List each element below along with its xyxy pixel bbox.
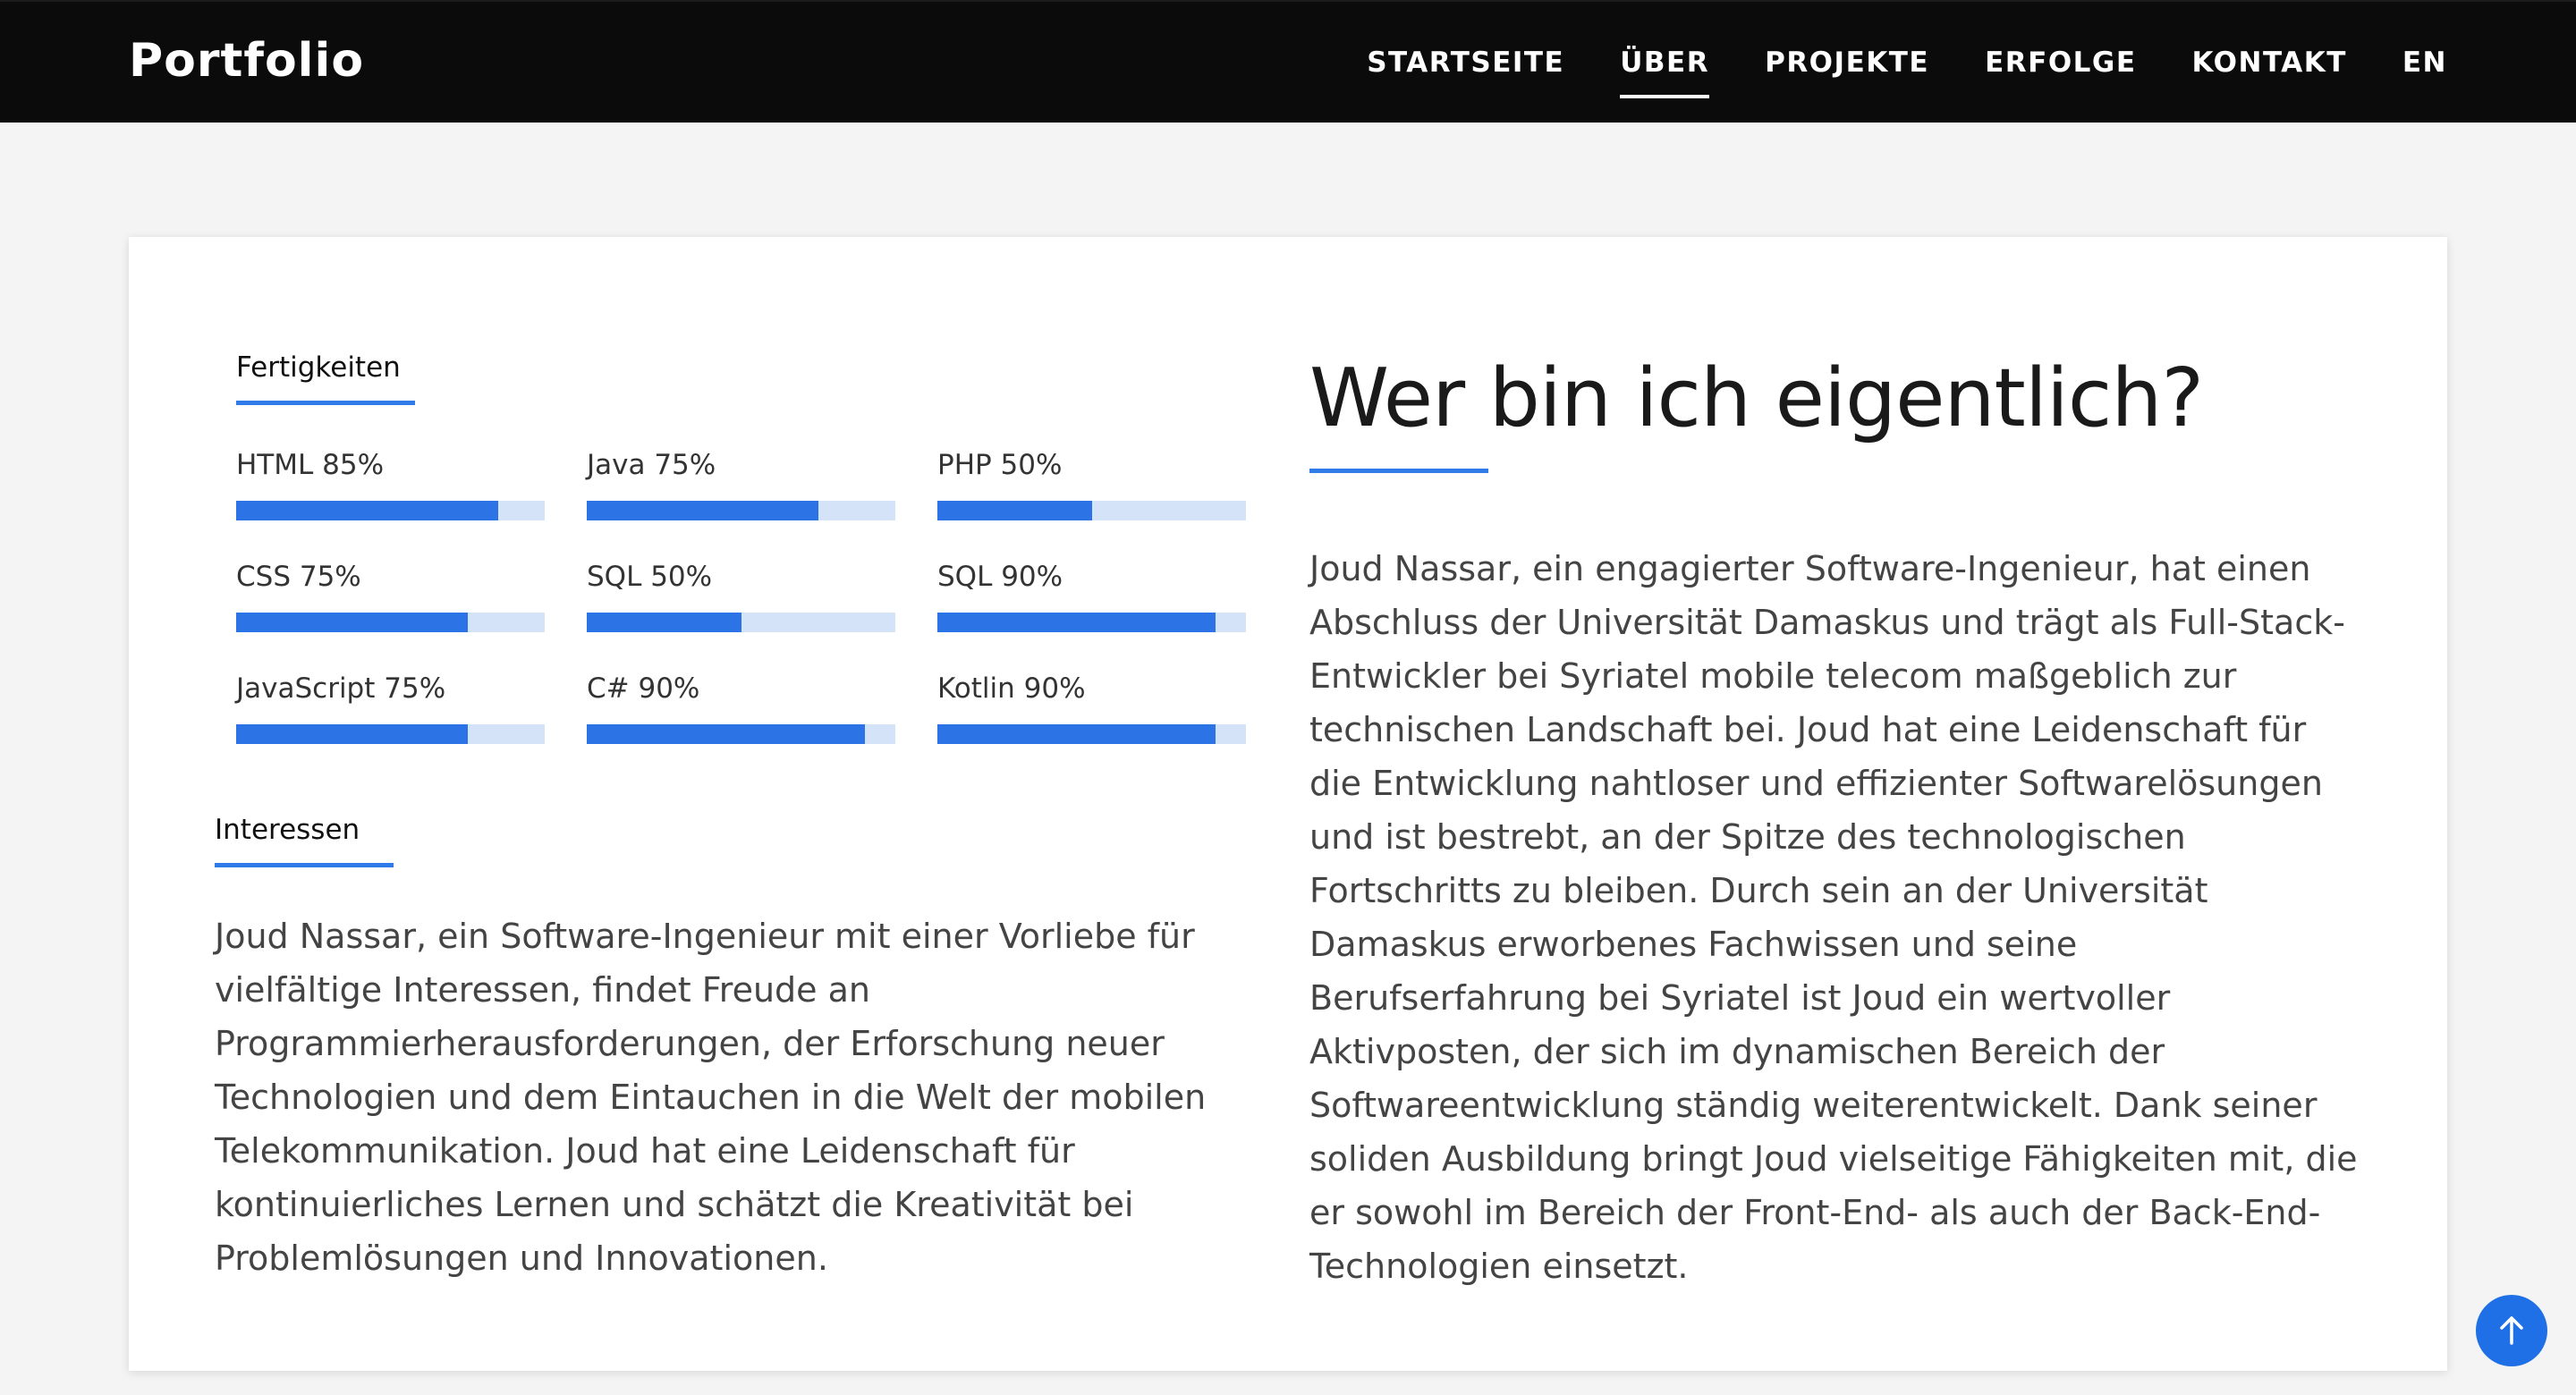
skill-label: PHP 50% <box>937 449 1063 481</box>
interests-paragraph: Joud Nassar, ein Software-Ingenieur mit … <box>215 917 1207 1278</box>
skill-progress-track <box>937 724 1246 744</box>
top-navbar: Portfolio STARTSEITE ÜBER PROJEKTE ERFOL… <box>0 0 2576 123</box>
nav-startseite[interactable]: STARTSEITE <box>1367 46 1564 79</box>
skill-label: Java 75% <box>587 449 716 481</box>
skill-java: Java 75% <box>587 449 895 520</box>
skill-progress-track <box>937 613 1246 632</box>
skill-progress-fill <box>587 724 865 744</box>
skill-progress-track <box>587 724 895 744</box>
skill-progress-fill <box>937 724 1216 744</box>
skill-label: HTML 85% <box>236 449 385 481</box>
skill-label: CSS 75% <box>236 561 361 593</box>
skill-label: SQL 50% <box>587 561 713 593</box>
about-paragraph: Joud Nassar, ein engagierter Software-In… <box>1309 549 2358 1286</box>
skill-label: C# 90% <box>587 672 700 705</box>
nav-ueber[interactable]: ÜBER <box>1620 46 1709 98</box>
nav-language-en[interactable]: EN <box>2402 46 2447 79</box>
skill-csharp: C# 90% <box>587 672 895 744</box>
nav-projekte[interactable]: PROJEKTE <box>1765 46 1929 79</box>
interests-heading: Interessen <box>215 814 360 846</box>
skill-progress-fill <box>236 501 499 520</box>
skill-label: JavaScript 75% <box>236 672 446 705</box>
interests-heading-underline <box>215 863 394 867</box>
skill-progress-track <box>587 613 895 632</box>
about-title-underline <box>1309 469 1488 473</box>
skill-css: CSS 75% <box>236 561 545 632</box>
skill-progress-fill <box>937 613 1216 632</box>
about-card: Fertigkeiten HTML 85% Java 75% PHP 50% C… <box>129 237 2447 1371</box>
skill-progress-fill <box>587 613 741 632</box>
skill-label: SQL 90% <box>937 561 1063 593</box>
skill-php: PHP 50% <box>937 449 1246 520</box>
skill-progress-track <box>937 501 1246 520</box>
skill-kotlin: Kotlin 90% <box>937 672 1246 744</box>
brand-logo[interactable]: Portfolio <box>129 34 364 88</box>
skill-html: HTML 85% <box>236 449 545 520</box>
skill-progress-fill <box>236 613 468 632</box>
skill-progress-track <box>587 501 895 520</box>
skill-javascript: JavaScript 75% <box>236 672 545 744</box>
nav-erfolge[interactable]: ERFOLGE <box>1985 46 2136 79</box>
skill-sql-2: SQL 90% <box>937 561 1246 632</box>
skill-progress-track <box>236 501 545 520</box>
skills-heading: Fertigkeiten <box>236 351 401 384</box>
main-nav: STARTSEITE ÜBER PROJEKTE ERFOLGE KONTAKT… <box>1311 46 2447 98</box>
skill-progress-track <box>236 724 545 744</box>
skill-progress-track <box>236 613 545 632</box>
skills-heading-underline <box>236 401 415 405</box>
skill-progress-fill <box>236 724 468 744</box>
arrow-up-icon <box>2498 1315 2525 1346</box>
scroll-to-top-button[interactable] <box>2476 1295 2547 1366</box>
skill-sql: SQL 50% <box>587 561 895 632</box>
nav-kontakt[interactable]: KONTAKT <box>2192 46 2347 79</box>
about-title: Wer bin ich eigentlich? <box>1309 351 2204 445</box>
skill-progress-fill <box>587 501 818 520</box>
skill-progress-fill <box>937 501 1092 520</box>
skill-label: Kotlin 90% <box>937 672 1086 705</box>
